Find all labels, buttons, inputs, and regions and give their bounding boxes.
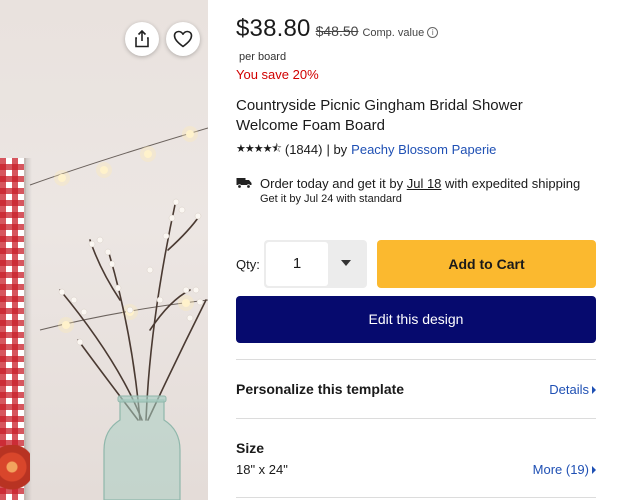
edit-design-button[interactable]: Edit this design <box>236 296 596 343</box>
comp-value-label: Comp. value <box>362 27 425 39</box>
details-link[interactable]: Details <box>549 382 596 397</box>
review-count[interactable]: (1844) <box>285 142 323 157</box>
divider <box>236 497 596 498</box>
rating-row: ★★★★⯪ (1844) | by Peachy Blossom Paperie <box>236 140 496 159</box>
info-icon[interactable]: i <box>427 27 439 38</box>
favorite-button[interactable] <box>166 22 200 56</box>
star-rating[interactable]: ★★★★⯪ <box>236 140 282 159</box>
size-value: 18" x 24" <box>236 462 288 477</box>
more-sizes-label: More (19) <box>532 462 589 477</box>
chevron-right-icon <box>592 466 596 474</box>
quantity-input[interactable]: 1 <box>266 242 328 286</box>
add-to-cart-button[interactable]: Add to Cart <box>377 240 596 288</box>
share-icon <box>135 30 149 48</box>
expedited-suffix: with expedited shipping <box>445 176 581 191</box>
original-price: $48.50 <box>315 23 359 39</box>
by-label: | by <box>326 142 348 157</box>
product-image[interactable] <box>0 0 208 500</box>
personalize-title: Personalize this template <box>236 381 405 397</box>
current-price: $38.80 <box>236 15 311 42</box>
standard-shipping-text: Get it by Jul 24 with standard <box>260 193 402 205</box>
share-button[interactable] <box>125 22 159 56</box>
heart-icon <box>173 30 193 48</box>
chevron-down-icon[interactable] <box>341 260 351 266</box>
expedited-prefix: Order today and get it by <box>260 176 404 191</box>
vase-and-lights-scene <box>29 126 208 500</box>
quantity-selector[interactable]: 1 <box>264 240 367 288</box>
seller-link[interactable]: Peachy Blossom Paperie <box>351 142 496 157</box>
chevron-right-icon <box>592 386 596 394</box>
divider <box>236 418 596 419</box>
product-title: Countryside Picnic Gingham Bridal Shower… <box>236 97 523 134</box>
qty-label: Qty: <box>236 257 260 272</box>
truck-icon <box>236 178 252 189</box>
price-unit: per board <box>239 51 287 63</box>
divider <box>236 359 596 360</box>
details-link-label: Details <box>549 382 589 397</box>
more-sizes-link[interactable]: More (19) <box>533 462 596 477</box>
expedited-date-link[interactable]: Jul 18 <box>407 176 442 191</box>
expedited-shipping-text: Order today and get it by Jul 18 with ex… <box>260 175 596 192</box>
size-title: Size <box>236 440 265 456</box>
price-row: $38.80 $48.50 Comp. value i <box>236 15 439 43</box>
shipping-estimate: Order today and get it by Jul 18 with ex… <box>236 175 596 205</box>
savings-text: You save 20% <box>236 67 319 82</box>
